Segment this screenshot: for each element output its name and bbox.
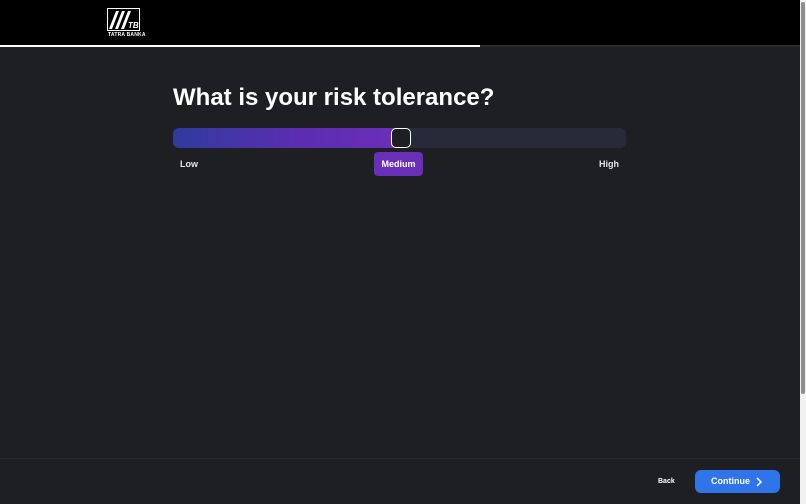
continue-label: Continue — [711, 476, 750, 486]
back-button[interactable]: Back — [648, 471, 685, 493]
scrollbar-thumb[interactable] — [801, 2, 805, 394]
page-scrollbar[interactable] — [800, 0, 806, 504]
question-title: What is your risk tolerance? — [173, 84, 495, 111]
footer-bar: Back Continue — [0, 458, 800, 504]
logo-text: TATRA BANKA — [108, 32, 146, 38]
slider-thumb[interactable] — [390, 128, 411, 148]
option-low[interactable]: Low — [180, 152, 198, 176]
tatra-banka-logo-icon: TB — [109, 11, 139, 30]
risk-tolerance-slider[interactable] — [173, 128, 626, 148]
chevron-right-icon — [756, 477, 763, 487]
option-medium[interactable]: Medium — [374, 152, 423, 176]
tatra-banka-logo[interactable]: TB TATRA BANKA — [107, 8, 146, 39]
continue-button[interactable]: Continue — [695, 470, 780, 493]
logo-mark: TB — [128, 21, 139, 30]
slider-fill — [173, 128, 400, 148]
header-bar: TB TATRA BANKA — [0, 0, 800, 45]
logo-frame: TB — [107, 8, 140, 31]
progress-fill — [0, 45, 480, 47]
option-high[interactable]: High — [599, 152, 619, 176]
progress-track — [0, 45, 800, 47]
